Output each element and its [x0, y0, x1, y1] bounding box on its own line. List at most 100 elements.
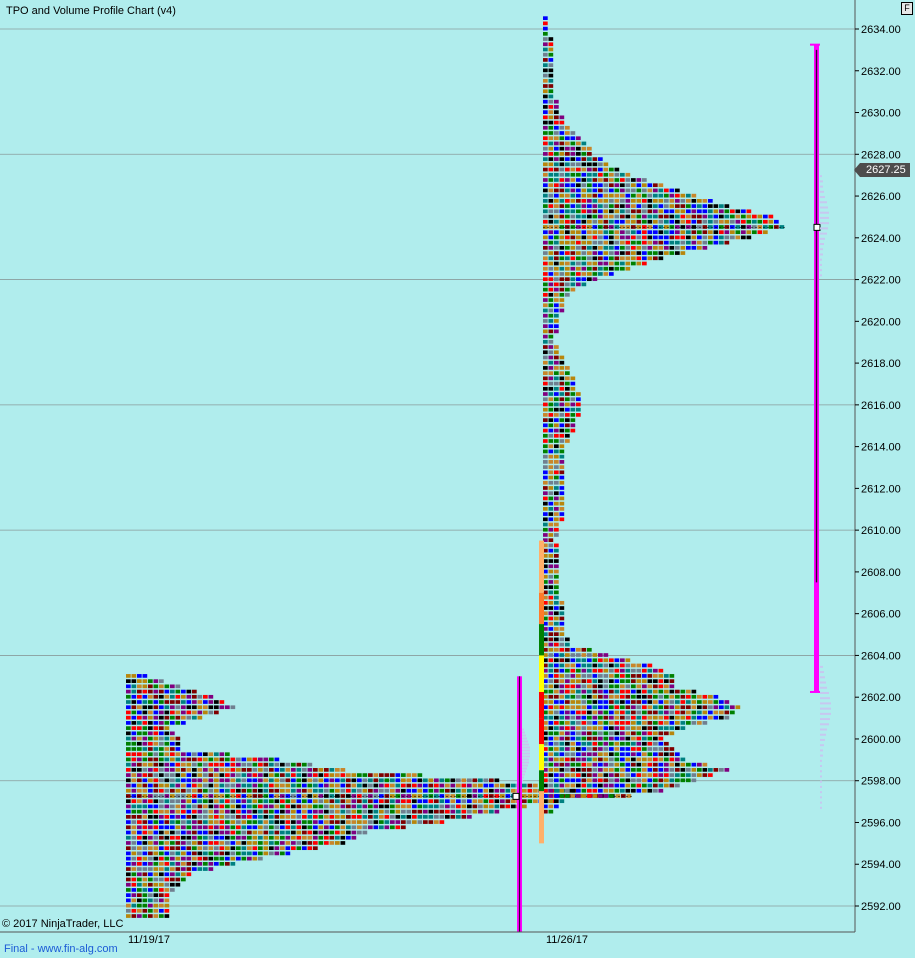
tpo-cell [741, 209, 746, 214]
tpo-cell [543, 397, 548, 402]
tpo-cell [351, 773, 357, 777]
tpo-cell [401, 799, 406, 804]
tpo-cell [197, 841, 203, 845]
tpo-cell [291, 794, 296, 798]
tpo-cell [148, 903, 153, 908]
tpo-cell [565, 757, 570, 762]
tpo-cell [318, 804, 324, 809]
tpo-cell [230, 856, 236, 861]
tpo-cell [631, 783, 636, 788]
tpo-cell [576, 794, 581, 798]
tpo-cell [565, 199, 570, 203]
tpo-cell [570, 762, 576, 767]
tpo-cell [225, 825, 230, 830]
tpo-cell [252, 757, 258, 762]
tpo-cell [159, 914, 164, 918]
tpo-cell [620, 788, 625, 793]
tpo-cell [587, 768, 592, 772]
tpo-cell [559, 157, 565, 161]
tpo-cell [307, 825, 313, 830]
tpo-cell [236, 815, 241, 819]
tpo-cell [126, 809, 131, 814]
tpo-cell [170, 710, 175, 715]
tpo-cell [559, 689, 565, 694]
tpo-cell [565, 376, 570, 381]
tpo-cell [735, 209, 741, 214]
tpo-cell [669, 251, 675, 255]
tpo-cell [554, 188, 559, 193]
tpo-cell [559, 240, 565, 245]
y-tick-label: 2616.00 [861, 400, 901, 412]
tpo-cell [142, 710, 148, 715]
tpo-cell [592, 199, 598, 203]
tpo-cell [708, 773, 713, 777]
tpo-cell [708, 694, 713, 699]
tpo-cell [576, 647, 581, 652]
tpo-cell [208, 851, 214, 856]
tpo-cell [554, 366, 559, 370]
tpo-cell [554, 246, 559, 250]
tpo-cell [554, 595, 559, 600]
tpo-cell [313, 830, 318, 835]
tpo-cell [329, 820, 335, 824]
tpo-cell [548, 345, 554, 349]
tpo-cell [592, 700, 598, 704]
tpo-cell [658, 235, 664, 240]
tpo-cell [170, 846, 175, 851]
tpo-cell [708, 240, 713, 245]
tpo-cell [197, 804, 203, 809]
tpo-cell [126, 830, 131, 835]
tpo-cell [620, 261, 625, 266]
tpo-cell [642, 721, 647, 725]
tpo-cell [642, 689, 647, 694]
tpo-cell [142, 700, 148, 704]
tpo-cell [236, 768, 241, 772]
tpo-cell [225, 752, 230, 757]
tpo-cell [131, 841, 137, 845]
y-tick-label: 2610.00 [861, 525, 901, 537]
tpo-cell [631, 193, 636, 198]
tpo-cell [636, 747, 642, 751]
tpo-cell [368, 794, 373, 798]
date-label-1: 11/19/17 [128, 934, 171, 946]
tpo-cell [713, 235, 719, 240]
tpo-cell [554, 637, 559, 642]
tpo-cell [554, 292, 559, 297]
tpo-cell [757, 230, 763, 235]
tpo-cell [592, 225, 598, 229]
tpo-cell [214, 830, 219, 835]
tpo-cell [565, 386, 570, 391]
tpo-cell [170, 788, 175, 793]
tpo-cell [285, 835, 291, 840]
tpo-cell [450, 804, 456, 809]
tpo-cell [576, 653, 581, 657]
tpo-cell [340, 794, 346, 798]
tpo-cell [581, 663, 587, 668]
tpo-cell [472, 809, 478, 814]
tpo-cell [269, 788, 274, 793]
tpo-cell [175, 736, 181, 741]
tpo-cell [554, 658, 559, 663]
tpo-cell [620, 240, 625, 245]
tpo-cell [131, 888, 137, 892]
tpo-cell [285, 815, 291, 819]
tpo-cell [137, 825, 142, 830]
tpo-cell [230, 825, 236, 830]
tpo-cell [285, 778, 291, 783]
tpo-cell [175, 877, 181, 882]
tpo-cell [373, 820, 379, 824]
tpo-cell [181, 804, 186, 809]
tpo-cell [335, 825, 340, 830]
tpo-cell [581, 157, 587, 161]
tpo-cell [159, 898, 164, 903]
tpo-cell [697, 762, 702, 767]
tpo-cell [559, 632, 565, 636]
tpo-cell [423, 783, 428, 788]
tpo-cell [642, 240, 647, 245]
tpo-cell [598, 757, 603, 762]
status-footer[interactable]: Final - www.fin-alg.com [4, 943, 118, 955]
tpo-cell [543, 522, 548, 527]
tpo-cell [724, 710, 730, 715]
tpo-cell [653, 199, 658, 203]
tpo-cell [285, 794, 291, 798]
